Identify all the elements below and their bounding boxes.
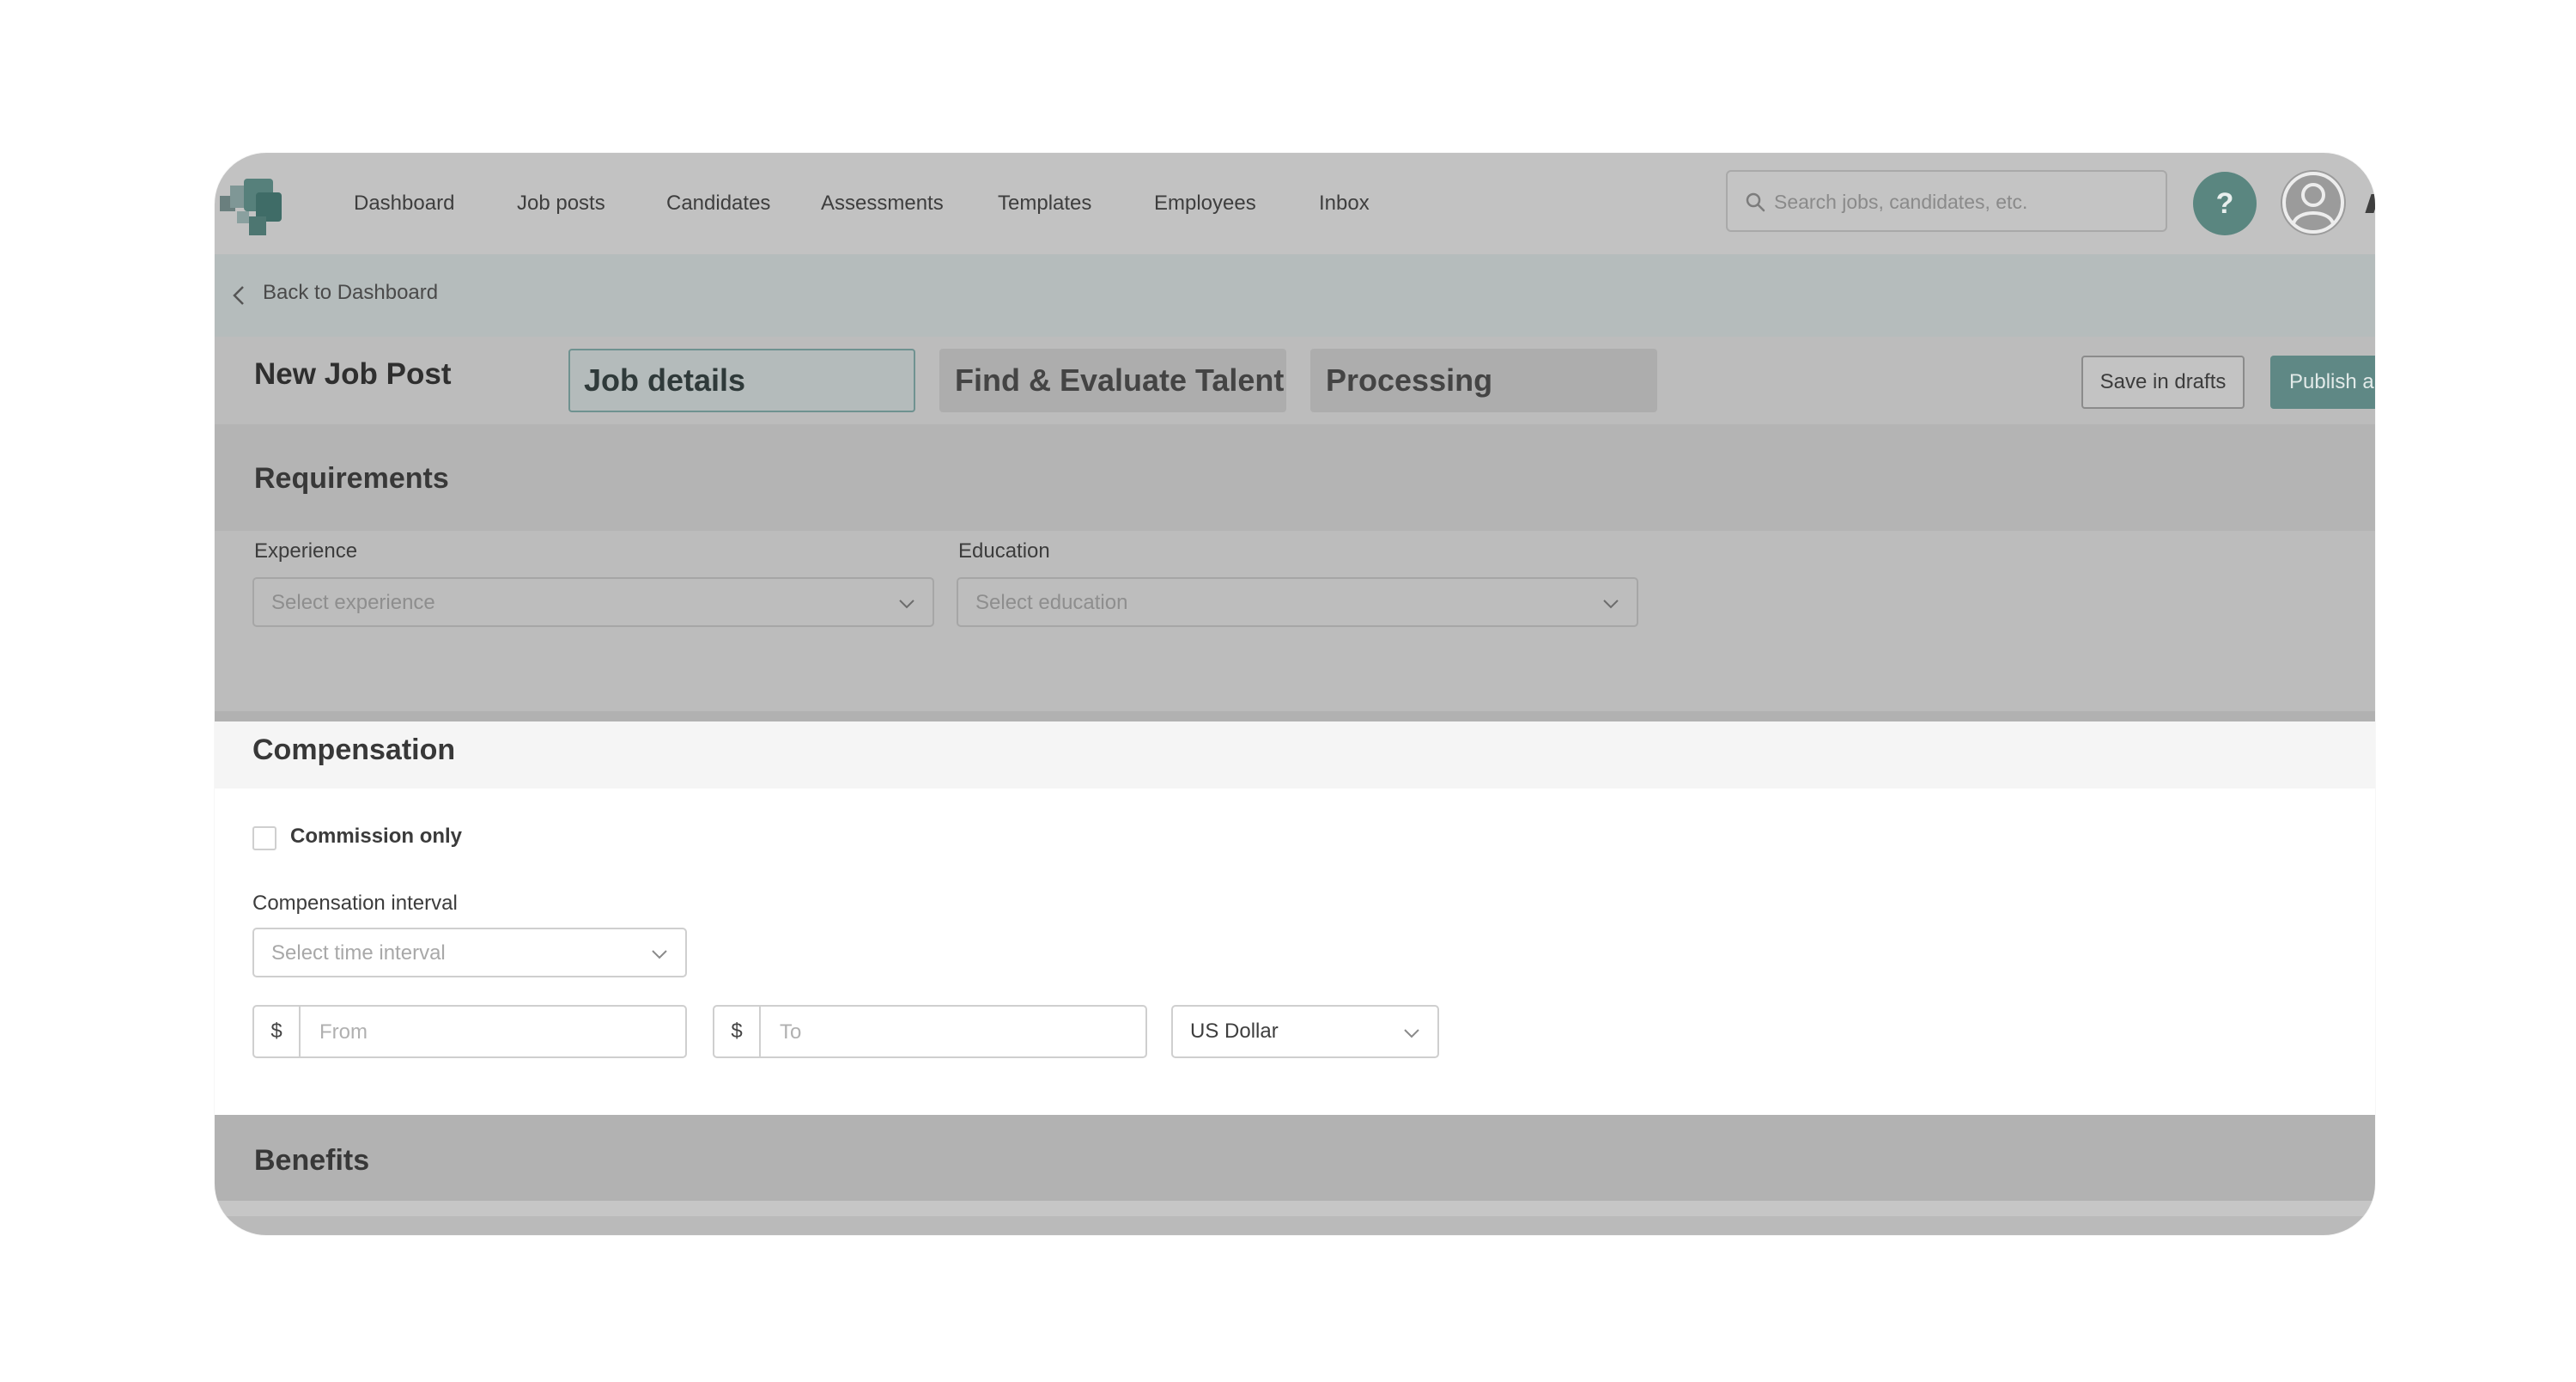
salary-from-input[interactable] bbox=[318, 1017, 630, 1048]
benefits-section bbox=[215, 1216, 2375, 1235]
requirements-title: Requirements bbox=[254, 462, 449, 495]
experience-placeholder: Select experience bbox=[271, 591, 435, 614]
search-input[interactable] bbox=[1772, 186, 2154, 218]
save-in-drafts-button[interactable]: Save in drafts bbox=[2081, 356, 2245, 409]
tab-job-details[interactable]: Job details bbox=[568, 349, 915, 412]
job-post-header: New Job Post Job details Find & Evaluate… bbox=[215, 337, 2375, 424]
salary-from-field[interactable]: $ bbox=[252, 1005, 687, 1058]
chevron-down-icon bbox=[652, 950, 667, 959]
benefits-header: Benefits bbox=[215, 1115, 2375, 1201]
salary-to-field[interactable]: $ bbox=[713, 1005, 1147, 1058]
app-logo-icon[interactable] bbox=[218, 174, 292, 240]
currency-select[interactable]: US Dollar bbox=[1171, 1005, 1439, 1058]
tab-find-evaluate-talent[interactable]: Find & Evaluate Talent bbox=[939, 349, 1286, 412]
back-to-dashboard-link[interactable]: Back to Dashboard bbox=[263, 281, 438, 305]
commission-only-checkbox[interactable] bbox=[252, 826, 276, 850]
search-icon bbox=[1746, 192, 1765, 212]
chevron-left-icon[interactable] bbox=[230, 283, 247, 307]
compensation-header: Compensation bbox=[215, 721, 2375, 788]
experience-label: Experience bbox=[254, 539, 358, 563]
nav-inbox[interactable]: Inbox bbox=[1319, 190, 1370, 217]
chevron-down-icon bbox=[899, 600, 914, 609]
nav-assessments[interactable]: Assessments bbox=[821, 190, 944, 217]
compensation-title: Compensation bbox=[252, 734, 456, 766]
chevron-down-icon bbox=[1603, 600, 1619, 609]
currency-symbol: $ bbox=[714, 1007, 761, 1056]
top-nav: Dashboard Job posts Candidates Assessmen… bbox=[215, 153, 2375, 254]
benefits-divider bbox=[215, 1201, 2375, 1216]
benefits-title: Benefits bbox=[254, 1144, 370, 1177]
requirements-section: Experience Select experience Education S… bbox=[215, 531, 2375, 711]
question-mark-icon: ? bbox=[2215, 186, 2234, 220]
education-placeholder: Select education bbox=[975, 591, 1128, 614]
back-bar: Back to Dashboard bbox=[215, 254, 2375, 337]
salary-to-input[interactable] bbox=[778, 1017, 1091, 1048]
education-label: Education bbox=[958, 539, 1050, 563]
nav-dashboard[interactable]: Dashboard bbox=[354, 190, 454, 217]
nav-candidates[interactable]: Candidates bbox=[666, 190, 770, 217]
compensation-interval-label: Compensation interval bbox=[252, 892, 458, 915]
user-avatar[interactable] bbox=[2281, 170, 2346, 235]
page-title: New Job Post bbox=[254, 357, 452, 391]
nav-job-posts[interactable]: Job posts bbox=[517, 190, 605, 217]
experience-select[interactable]: Select experience bbox=[252, 577, 934, 627]
currency-symbol: $ bbox=[254, 1007, 301, 1056]
compensation-interval-select[interactable]: Select time interval bbox=[252, 928, 687, 977]
tab-processing[interactable]: Processing bbox=[1310, 349, 1657, 412]
nav-employees[interactable]: Employees bbox=[1154, 190, 1256, 217]
nav-templates[interactable]: Templates bbox=[998, 190, 1091, 217]
currency-value: US Dollar bbox=[1190, 1020, 1279, 1043]
user-icon bbox=[2282, 172, 2344, 234]
clipped-user-name bbox=[2365, 194, 2375, 213]
commission-only-label[interactable]: Commission only bbox=[290, 825, 462, 849]
section-divider bbox=[215, 711, 2375, 721]
interval-placeholder: Select time interval bbox=[271, 941, 446, 965]
chevron-down-icon bbox=[1404, 1029, 1419, 1038]
global-search[interactable] bbox=[1726, 170, 2167, 232]
help-button[interactable]: ? bbox=[2193, 172, 2257, 235]
education-select[interactable]: Select education bbox=[957, 577, 1638, 627]
app-window: Dashboard Job posts Candidates Assessmen… bbox=[215, 153, 2375, 1235]
publish-button[interactable]: Publish a bbox=[2270, 356, 2375, 409]
requirements-header: Requirements bbox=[215, 424, 2375, 531]
